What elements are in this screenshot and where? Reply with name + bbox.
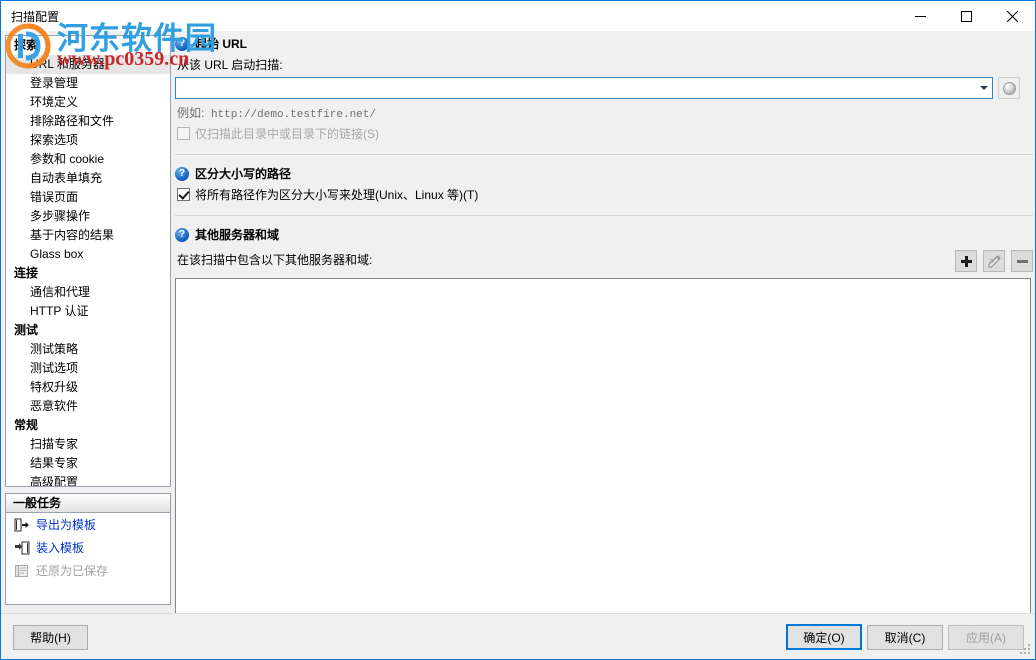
sidebar-item-advanced-configuration[interactable]: 高级配置 bbox=[6, 473, 170, 486]
task-restore-saved: 还原为已保存 bbox=[6, 559, 170, 582]
title-bar: 扫描配置 bbox=[1, 1, 1035, 31]
help-question-icon[interactable]: ? bbox=[175, 227, 189, 242]
window-controls bbox=[897, 1, 1035, 31]
resize-grip[interactable] bbox=[1020, 644, 1032, 656]
other-servers-section-heading: ? 其他服务器和域 bbox=[175, 226, 1033, 243]
sidebar-item-test-policy[interactable]: 测试策略 bbox=[6, 340, 170, 359]
divider-2 bbox=[175, 215, 1033, 216]
sidebar-item-test-options[interactable]: 测试选项 bbox=[6, 359, 170, 378]
start-url-section-heading: ? 起始 URL bbox=[175, 35, 1033, 52]
sidebar-item-multistep-operations[interactable]: 多步骤操作 bbox=[6, 207, 170, 226]
minimize-button[interactable] bbox=[897, 1, 943, 31]
other-servers-section: ? 其他服务器和域 在该扫描中包含以下其他服务器和域: bbox=[175, 226, 1033, 642]
remove-server-button[interactable] bbox=[1011, 250, 1033, 272]
scan-configuration-dialog: 扫描配置 探索 URL 和服务器 登录管理 环境定义 排除路径和文件 探索选项 … bbox=[0, 0, 1036, 660]
start-url-field-label: 从该 URL 启动扫描: bbox=[177, 58, 283, 72]
task-export-as-template-label: 导出为模板 bbox=[36, 518, 97, 532]
task-restore-saved-label: 还原为已保存 bbox=[36, 564, 109, 578]
sidebar-item-login-management[interactable]: 登录管理 bbox=[6, 74, 170, 93]
case-sensitive-label: 将所有路径作为区分大小写来处理(Unix、Linux 等)(T) bbox=[195, 188, 479, 202]
plus-icon bbox=[960, 255, 972, 267]
help-question-icon[interactable]: ? bbox=[175, 36, 189, 51]
start-url-example-prefix: 例如: bbox=[177, 106, 205, 120]
add-server-button[interactable] bbox=[955, 250, 977, 272]
help-question-icon[interactable]: ? bbox=[175, 166, 189, 181]
left-column: 探索 URL 和服务器 登录管理 环境定义 排除路径和文件 探索选项 参数和 c… bbox=[5, 35, 171, 613]
browse-globe-button[interactable] bbox=[998, 77, 1020, 99]
start-url-example: 例如: http://demo.testfire.net/ bbox=[177, 104, 1033, 121]
sidebar-item-parameters-and-cookies[interactable]: 参数和 cookie bbox=[6, 150, 170, 169]
sidebar-item-scan-expert[interactable]: 扫描专家 bbox=[6, 435, 170, 454]
window-title: 扫描配置 bbox=[11, 9, 60, 24]
start-url-row bbox=[175, 77, 1033, 99]
task-export-as-template[interactable]: 导出为模板 bbox=[6, 513, 170, 536]
other-servers-list[interactable] bbox=[175, 278, 1031, 642]
dialog-footer: 帮助(H) 确定(O) 取消(C) 应用(A) bbox=[1, 613, 1035, 659]
start-url-combobox[interactable] bbox=[175, 77, 993, 99]
case-sensitive-checkbox[interactable] bbox=[177, 188, 190, 201]
other-servers-description: 在该扫描中包含以下其他服务器和域: bbox=[177, 253, 373, 267]
sidebar-item-url-and-servers[interactable]: URL 和服务器 bbox=[6, 55, 170, 74]
sidebar-item-error-pages[interactable]: 错误页面 bbox=[6, 188, 170, 207]
nav-group-connection: 连接 bbox=[14, 266, 39, 280]
sidebar-item-exclude-paths-files[interactable]: 排除路径和文件 bbox=[6, 112, 170, 131]
sidebar-item-glass-box[interactable]: Glass box bbox=[6, 245, 170, 264]
apply-button: 应用(A) bbox=[948, 625, 1024, 650]
maximize-button[interactable] bbox=[943, 1, 989, 31]
edit-server-button[interactable] bbox=[983, 250, 1005, 272]
sidebar-item-privilege-escalation[interactable]: 特权升级 bbox=[6, 378, 170, 397]
restore-saved-icon bbox=[14, 564, 30, 578]
scan-only-subdirectory-checkbox bbox=[177, 127, 190, 140]
sidebar-item-results-expert[interactable]: 结果专家 bbox=[6, 454, 170, 473]
sidebar-item-content-based-results[interactable]: 基于内容的结果 bbox=[6, 226, 170, 245]
start-url-input[interactable] bbox=[176, 79, 975, 97]
scan-only-subdirectory-row: 仅扫描此目录中或目录下的链接(S) bbox=[177, 125, 1033, 142]
general-tasks-header: 一般任务 bbox=[6, 494, 170, 513]
settings-navigation-tree[interactable]: 探索 URL 和服务器 登录管理 环境定义 排除路径和文件 探索选项 参数和 c… bbox=[5, 35, 171, 487]
load-template-icon bbox=[14, 541, 30, 555]
sidebar-item-environment-definition[interactable]: 环境定义 bbox=[6, 93, 170, 112]
other-servers-toolbar-row: 在该扫描中包含以下其他服务器和域: bbox=[175, 247, 1033, 272]
pencil-icon bbox=[988, 254, 1001, 268]
chevron-down-icon[interactable] bbox=[975, 78, 992, 98]
globe-icon bbox=[1002, 81, 1016, 95]
nav-group-test: 测试 bbox=[14, 323, 39, 337]
other-servers-toolbar bbox=[955, 250, 1033, 272]
case-sensitive-row[interactable]: 将所有路径作为区分大小写来处理(Unix、Linux 等)(T) bbox=[177, 186, 1033, 203]
nav-group-general: 常规 bbox=[14, 418, 39, 432]
sidebar-item-explore-options[interactable]: 探索选项 bbox=[6, 131, 170, 150]
scan-only-subdirectory-label: 仅扫描此目录中或目录下的链接(S) bbox=[195, 127, 379, 141]
sidebar-item-automatic-form-fill[interactable]: 自动表单填充 bbox=[6, 169, 170, 188]
other-servers-section-title: 其他服务器和域 bbox=[195, 228, 280, 242]
sidebar-item-http-authentication[interactable]: HTTP 认证 bbox=[6, 302, 170, 321]
case-sensitive-paths-section: ? 区分大小写的路径 将所有路径作为区分大小写来处理(Unix、Linux 等)… bbox=[175, 165, 1033, 203]
close-button[interactable] bbox=[989, 1, 1035, 31]
sidebar-item-malware[interactable]: 恶意软件 bbox=[6, 397, 170, 416]
ok-button[interactable]: 确定(O) bbox=[786, 624, 862, 650]
start-url-example-value: http://demo.testfire.net/ bbox=[210, 109, 376, 121]
settings-content-pane: ? 起始 URL 从该 URL 启动扫描: 例如: http://demo.te… bbox=[175, 35, 1033, 642]
case-sensitive-section-title: 区分大小写的路径 bbox=[195, 167, 292, 181]
help-button[interactable]: 帮助(H) bbox=[13, 625, 88, 650]
general-tasks-panel: 一般任务 导出为模板 装入模板 还原为已保存 bbox=[5, 493, 171, 605]
minus-icon bbox=[1016, 259, 1028, 263]
nav-group-explore: 探索 bbox=[14, 38, 39, 52]
task-load-template[interactable]: 装入模板 bbox=[6, 536, 170, 559]
start-url-section: ? 起始 URL 从该 URL 启动扫描: 例如: http://demo.te… bbox=[175, 35, 1033, 142]
divider-1 bbox=[175, 154, 1033, 155]
task-load-template-label: 装入模板 bbox=[36, 541, 85, 555]
sidebar-item-communication-and-proxy[interactable]: 通信和代理 bbox=[6, 283, 170, 302]
cancel-button[interactable]: 取消(C) bbox=[867, 625, 943, 650]
start-url-section-title: 起始 URL bbox=[195, 37, 247, 51]
case-sensitive-section-heading: ? 区分大小写的路径 bbox=[175, 165, 1033, 182]
export-template-icon bbox=[14, 518, 30, 532]
